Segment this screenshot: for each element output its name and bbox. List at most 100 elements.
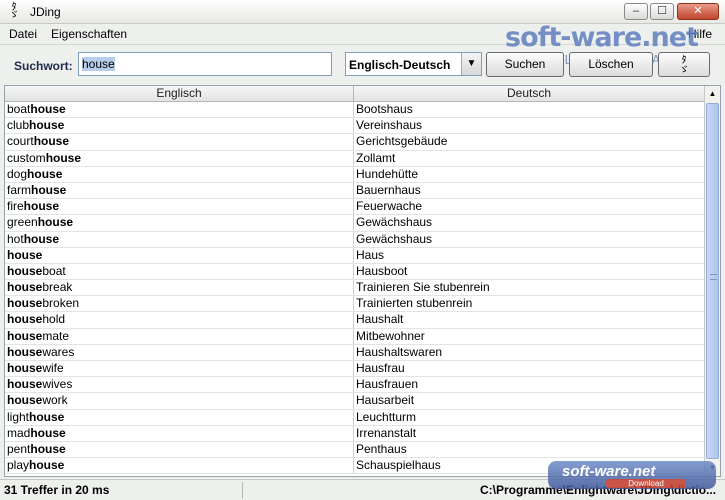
english-cell[interactable]: housemate (5, 328, 354, 344)
english-cell[interactable]: farmhouse (5, 182, 354, 199)
english-cell[interactable]: hothouse (5, 231, 354, 247)
minimize-button[interactable]: – (624, 3, 648, 20)
match-term: house (29, 118, 65, 133)
table-row[interactable]: house Haus (5, 247, 705, 264)
table-row[interactable]: customhouse Zollamt (5, 150, 705, 167)
english-cell[interactable]: boathouse (5, 102, 354, 118)
scrollbar-thumb[interactable] (706, 103, 719, 459)
table-row[interactable]: penthouse Penthaus (5, 441, 705, 459)
search-input[interactable]: house (78, 52, 332, 76)
table-row[interactable]: housework Hausarbeit (5, 393, 705, 410)
scroll-up-icon[interactable]: ▲ (705, 86, 720, 102)
match-term: house (7, 377, 43, 392)
german-cell[interactable]: Mitbewohner (354, 329, 705, 344)
german-cell[interactable]: Haushaltswaren (354, 345, 705, 360)
menu-eigenschaften[interactable]: Eigenschaften (51, 27, 127, 41)
table-row[interactable]: courthouse Gerichtsgebäude (5, 134, 705, 151)
english-cell[interactable]: clubhouse (5, 118, 354, 134)
german-cell[interactable]: Feuerwache (354, 199, 705, 214)
german-cell[interactable]: Hausarbeit (354, 393, 705, 408)
german-cell[interactable]: Gewächshaus (354, 215, 705, 230)
german-cell[interactable]: Leuchtturm (354, 410, 705, 425)
search-button[interactable]: Suchen (486, 52, 564, 77)
match-term: house (30, 441, 66, 456)
german-cell[interactable]: Gewächshaus (354, 232, 705, 247)
match-term: house (7, 361, 43, 375)
german-cell[interactable]: Hausboot (354, 264, 705, 279)
app-logo-button[interactable]: ﾀゞ (658, 52, 710, 77)
match-term: house (7, 328, 43, 343)
german-cell[interactable]: Vereinshaus (354, 118, 705, 133)
match-term: house (7, 247, 43, 262)
english-cell[interactable]: housewares (5, 344, 354, 360)
german-cell[interactable]: Irrenanstalt (354, 426, 705, 441)
table-row[interactable]: madhouse Irrenanstalt (5, 425, 705, 442)
english-cell[interactable]: housebreak (5, 280, 354, 296)
german-cell[interactable]: Penthaus (354, 442, 705, 457)
english-cell[interactable]: housebroken (5, 296, 354, 312)
vertical-scrollbar[interactable]: ▲ ▼ (704, 86, 720, 476)
table-row[interactable]: housemate Mitbewohner (5, 328, 705, 345)
menu-datei[interactable]: Datei (9, 27, 37, 41)
german-cell[interactable]: Trainierten stubenrein (354, 296, 705, 311)
term-part: wares (42, 344, 75, 359)
table-row[interactable]: household Haushalt (5, 312, 705, 329)
german-cell[interactable]: Gerichtsgebäude (354, 134, 705, 149)
clear-button[interactable]: Löschen (569, 52, 653, 77)
table-row[interactable]: firehouse Feuerwache (5, 199, 705, 216)
app-icon: ﾀゞ (9, 2, 19, 21)
german-cell[interactable]: Bauernhaus (354, 183, 705, 198)
results-table: Englisch Deutsch boathouse Bootshaus clubh… (4, 85, 721, 477)
table-row[interactable]: houseboat Hausboot (5, 263, 705, 281)
english-cell[interactable]: greenhouse (5, 215, 354, 231)
match-term: house (30, 425, 66, 440)
term-part: hot (7, 231, 24, 246)
close-button[interactable]: ✕ (677, 3, 719, 20)
english-cell[interactable]: madhouse (5, 425, 354, 441)
direction-select[interactable]: Englisch-Deutsch ▼ (345, 52, 482, 76)
german-cell[interactable]: Bootshaus (354, 102, 705, 117)
english-cell[interactable]: housewives (5, 377, 354, 393)
column-header-german[interactable]: Deutsch (354, 86, 705, 102)
table-row[interactable]: doghouse Hundehütte (5, 166, 705, 183)
maximize-button[interactable]: ☐ (650, 3, 674, 20)
english-cell[interactable]: housework (5, 393, 354, 409)
table-row[interactable]: lighthouse Leuchtturm (5, 409, 705, 426)
table-row[interactable]: housewares Haushaltswaren (5, 344, 705, 361)
english-cell[interactable]: customhouse (5, 150, 354, 166)
english-cell[interactable]: penthouse (5, 441, 354, 458)
watermark-badge-sub: Download (606, 479, 686, 488)
term-part: custom (7, 150, 46, 165)
english-cell[interactable]: playhouse (5, 458, 354, 474)
english-cell[interactable]: houseboat (5, 263, 354, 280)
english-cell[interactable]: housewife (5, 361, 354, 377)
german-cell[interactable]: Hundehütte (354, 167, 705, 182)
table-row[interactable]: farmhouse Bauernhaus (5, 182, 705, 200)
english-cell[interactable]: lighthouse (5, 409, 354, 425)
table-row[interactable]: housewives Hausfrauen (5, 377, 705, 394)
german-cell[interactable]: Zollamt (354, 151, 705, 166)
title-bar: ﾀゞ JDing – ☐ ✕ (0, 0, 725, 24)
german-cell[interactable]: Trainieren Sie stubenrein (354, 280, 705, 295)
table-row[interactable]: boathouse Bootshaus (5, 102, 705, 119)
chevron-down-icon[interactable]: ▼ (461, 53, 481, 75)
table-row[interactable]: housebroken Trainierten stubenrein (5, 296, 705, 313)
german-cell[interactable]: Hausfrauen (354, 377, 705, 392)
search-toolbar: Suchwort: house Englisch-Deutsch ▼ Suche… (0, 46, 725, 84)
german-cell[interactable]: Haushalt (354, 312, 705, 327)
term-part: mad (7, 425, 31, 440)
table-row[interactable]: housebreak Trainieren Sie stubenrein (5, 280, 705, 297)
column-header-english[interactable]: Englisch (5, 86, 354, 102)
english-cell[interactable]: house (5, 247, 354, 263)
english-cell[interactable]: doghouse (5, 166, 354, 182)
english-cell[interactable]: household (5, 312, 354, 328)
match-term: house (7, 263, 43, 278)
table-row[interactable]: greenhouse Gewächshaus (5, 215, 705, 232)
table-row[interactable]: housewife Hausfrau (5, 361, 705, 378)
table-row[interactable]: hothouse Gewächshaus (5, 231, 705, 248)
german-cell[interactable]: Hausfrau (354, 361, 705, 376)
table-row[interactable]: clubhouse Vereinshaus (5, 118, 705, 135)
german-cell[interactable]: Haus (354, 248, 705, 263)
english-cell[interactable]: courthouse (5, 134, 354, 150)
english-cell[interactable]: firehouse (5, 199, 354, 215)
